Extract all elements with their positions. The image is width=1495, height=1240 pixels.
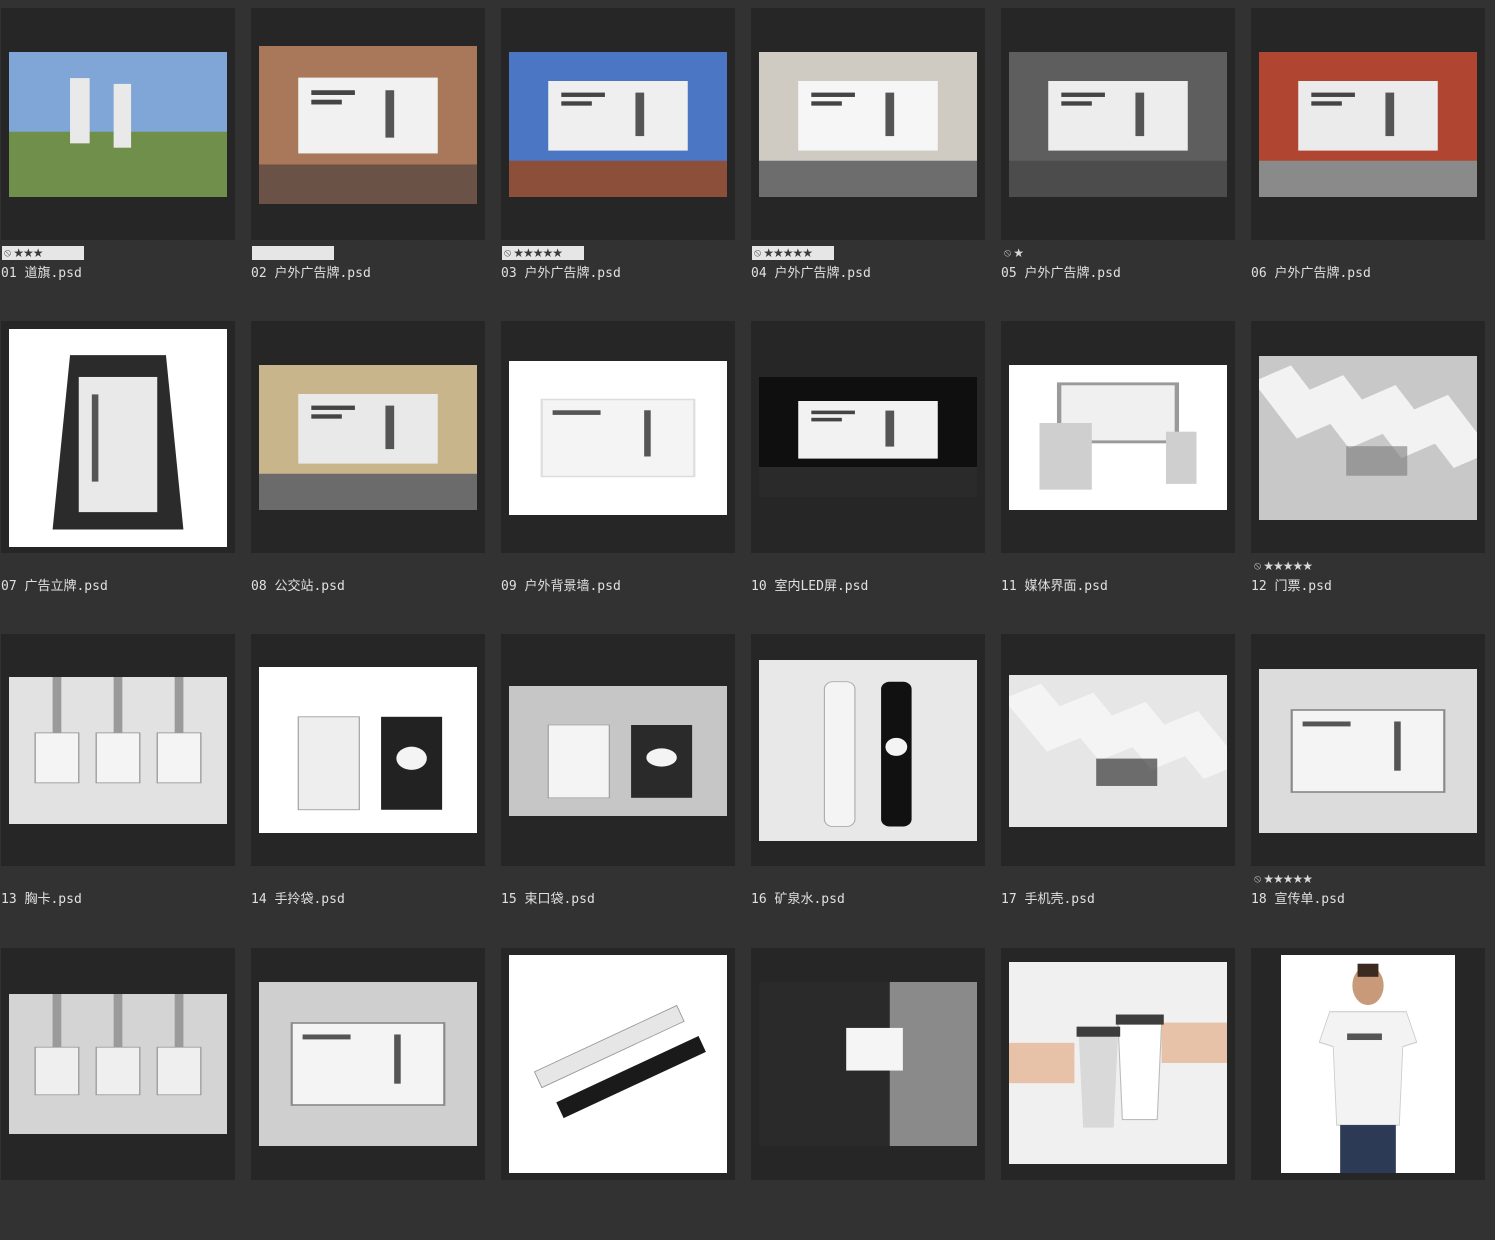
file-name-label: 10 室内LED屏.psd (751, 579, 869, 594)
mockup-preview-image (759, 660, 977, 841)
mockup-preview-image (1009, 52, 1227, 197)
mockup-preview-image (759, 982, 977, 1146)
mockup-preview-image (259, 667, 477, 833)
file-thumbnail-cell[interactable] (1, 940, 235, 1240)
mockup-preview-image (509, 52, 727, 197)
file-thumbnail-cell[interactable]: 02 户外广告牌.psd (251, 0, 485, 300)
rating-stars[interactable]: ★★★★★ (1263, 873, 1313, 885)
rating-stars[interactable]: ★★★ (13, 247, 43, 259)
file-name-label: 07 广告立牌.psd (1, 579, 108, 594)
mockup-preview-image (1009, 365, 1227, 510)
mockup-preview-image (9, 677, 227, 824)
file-thumbnail-cell[interactable]: 09 户外背景墙.psd (501, 313, 735, 613)
file-thumbnail-cell[interactable]: 08 公交站.psd (251, 313, 485, 613)
file-thumbnail-cell[interactable]: ⦸ ★★★★★ 18 宣传单.psd (1251, 626, 1485, 926)
file-name-label: 02 户外广告牌.psd (251, 266, 371, 281)
file-name-label: 13 胸卡.psd (1, 892, 82, 907)
mockup-preview-image (259, 46, 477, 204)
mockup-preview-image (9, 994, 227, 1134)
file-name-label: 15 束口袋.psd (501, 892, 595, 907)
file-thumbnail-cell[interactable]: ⦸ ★ 05 户外广告牌.psd (1001, 0, 1235, 300)
file-name-label: 16 矿泉水.psd (751, 892, 845, 907)
no-entry-icon[interactable]: ⦸ (504, 247, 511, 259)
file-name-label: 09 户外背景墙.psd (501, 579, 621, 594)
file-thumbnail-cell[interactable]: ⦸ ★★★★★ 12 门票.psd (1251, 313, 1485, 613)
mockup-preview-image (1259, 669, 1477, 833)
file-thumbnail-cell[interactable]: ⦸ ★★★★★ 03 户外广告牌.psd (501, 0, 735, 300)
file-name-label: 11 媒体界面.psd (1001, 579, 1108, 594)
file-thumbnail-cell[interactable] (751, 940, 985, 1240)
mockup-preview-image (9, 52, 227, 197)
file-thumbnail-cell[interactable] (501, 940, 735, 1240)
file-name-label: 14 手拎袋.psd (251, 892, 345, 907)
file-name-label: 05 户外广告牌.psd (1001, 266, 1121, 281)
file-name-label: 12 门票.psd (1251, 579, 1332, 594)
file-name-label: 04 户外广告牌.psd (751, 266, 871, 281)
file-name-label: 17 手机壳.psd (1001, 892, 1095, 907)
mockup-preview-image (1009, 962, 1227, 1164)
file-name-label: 06 户外广告牌.psd (1251, 266, 1371, 281)
mockup-preview-image (259, 365, 477, 510)
file-thumbnail-cell[interactable]: 06 户外广告牌.psd (1251, 0, 1485, 300)
star-rating[interactable]: ⦸ ★★★ (2, 246, 84, 260)
mockup-preview-image (509, 686, 727, 816)
mockup-preview-image (1259, 52, 1477, 197)
file-name-label: 18 宣传单.psd (1251, 892, 1345, 907)
mockup-preview-image (509, 955, 727, 1173)
star-rating[interactable]: ⦸ ★★★★★ (752, 246, 834, 260)
file-thumbnail-cell[interactable]: ⦸ ★★★★★ 04 户外广告牌.psd (751, 0, 985, 300)
file-thumbnail-cell[interactable]: 07 广告立牌.psd (1, 313, 235, 613)
no-entry-icon[interactable]: ⦸ (1004, 247, 1011, 259)
rating-stars[interactable]: ★ (1013, 247, 1024, 259)
mockup-preview-image (1009, 675, 1227, 827)
file-thumbnail-cell[interactable]: 16 矿泉水.psd (751, 626, 985, 926)
mockup-preview-image (9, 329, 227, 547)
file-thumbnail-cell[interactable] (251, 940, 485, 1240)
file-thumbnail-cell[interactable]: ⦸ ★★★ 01 道旗.psd (1, 0, 235, 300)
mockup-preview-image (1281, 955, 1455, 1173)
file-thumbnail-cell[interactable]: 13 胸卡.psd (1, 626, 235, 926)
star-rating[interactable]: ⦸ ★★★★★ (1252, 872, 1313, 886)
no-entry-icon[interactable]: ⦸ (754, 247, 761, 259)
file-thumbnail-cell[interactable]: 11 媒体界面.psd (1001, 313, 1235, 613)
file-thumbnail-cell[interactable] (1001, 940, 1235, 1240)
no-entry-icon[interactable]: ⦸ (4, 247, 11, 259)
file-thumbnail-cell[interactable]: 17 手机壳.psd (1001, 626, 1235, 926)
file-thumbnail-cell[interactable]: 15 束口袋.psd (501, 626, 735, 926)
file-name-label: 08 公交站.psd (251, 579, 345, 594)
file-name-label: 01 道旗.psd (1, 266, 82, 281)
star-rating[interactable]: ⦸ ★★★★★ (1252, 559, 1313, 573)
mockup-preview-image (759, 52, 977, 197)
no-entry-icon[interactable]: ⦸ (1254, 873, 1261, 885)
thumbnail-grid: ⦸ ★★★ 01 道旗.psd 02 户外广告牌.psd ⦸ ★★★★★ 03 户外广告牌.… (0, 0, 1495, 1185)
rating-stars[interactable]: ★★★★★ (513, 247, 563, 259)
file-thumbnail-cell[interactable]: 10 室内LED屏.psd (751, 313, 985, 613)
file-thumbnail-cell[interactable] (1251, 940, 1485, 1240)
mockup-preview-image (509, 361, 727, 515)
rating-stars[interactable]: ★★★★★ (763, 247, 813, 259)
star-rating[interactable] (252, 246, 334, 260)
mockup-preview-image (259, 982, 477, 1146)
file-thumbnail-cell[interactable]: 14 手拎袋.psd (251, 626, 485, 926)
rating-stars[interactable]: ★★★★★ (1263, 560, 1313, 572)
no-entry-icon[interactable]: ⦸ (1254, 560, 1261, 572)
star-rating[interactable]: ⦸ ★★★★★ (502, 246, 584, 260)
mockup-preview-image (1259, 356, 1477, 520)
mockup-preview-image (759, 377, 977, 497)
star-rating[interactable]: ⦸ ★ (1002, 246, 1024, 260)
file-name-label: 03 户外广告牌.psd (501, 266, 621, 281)
